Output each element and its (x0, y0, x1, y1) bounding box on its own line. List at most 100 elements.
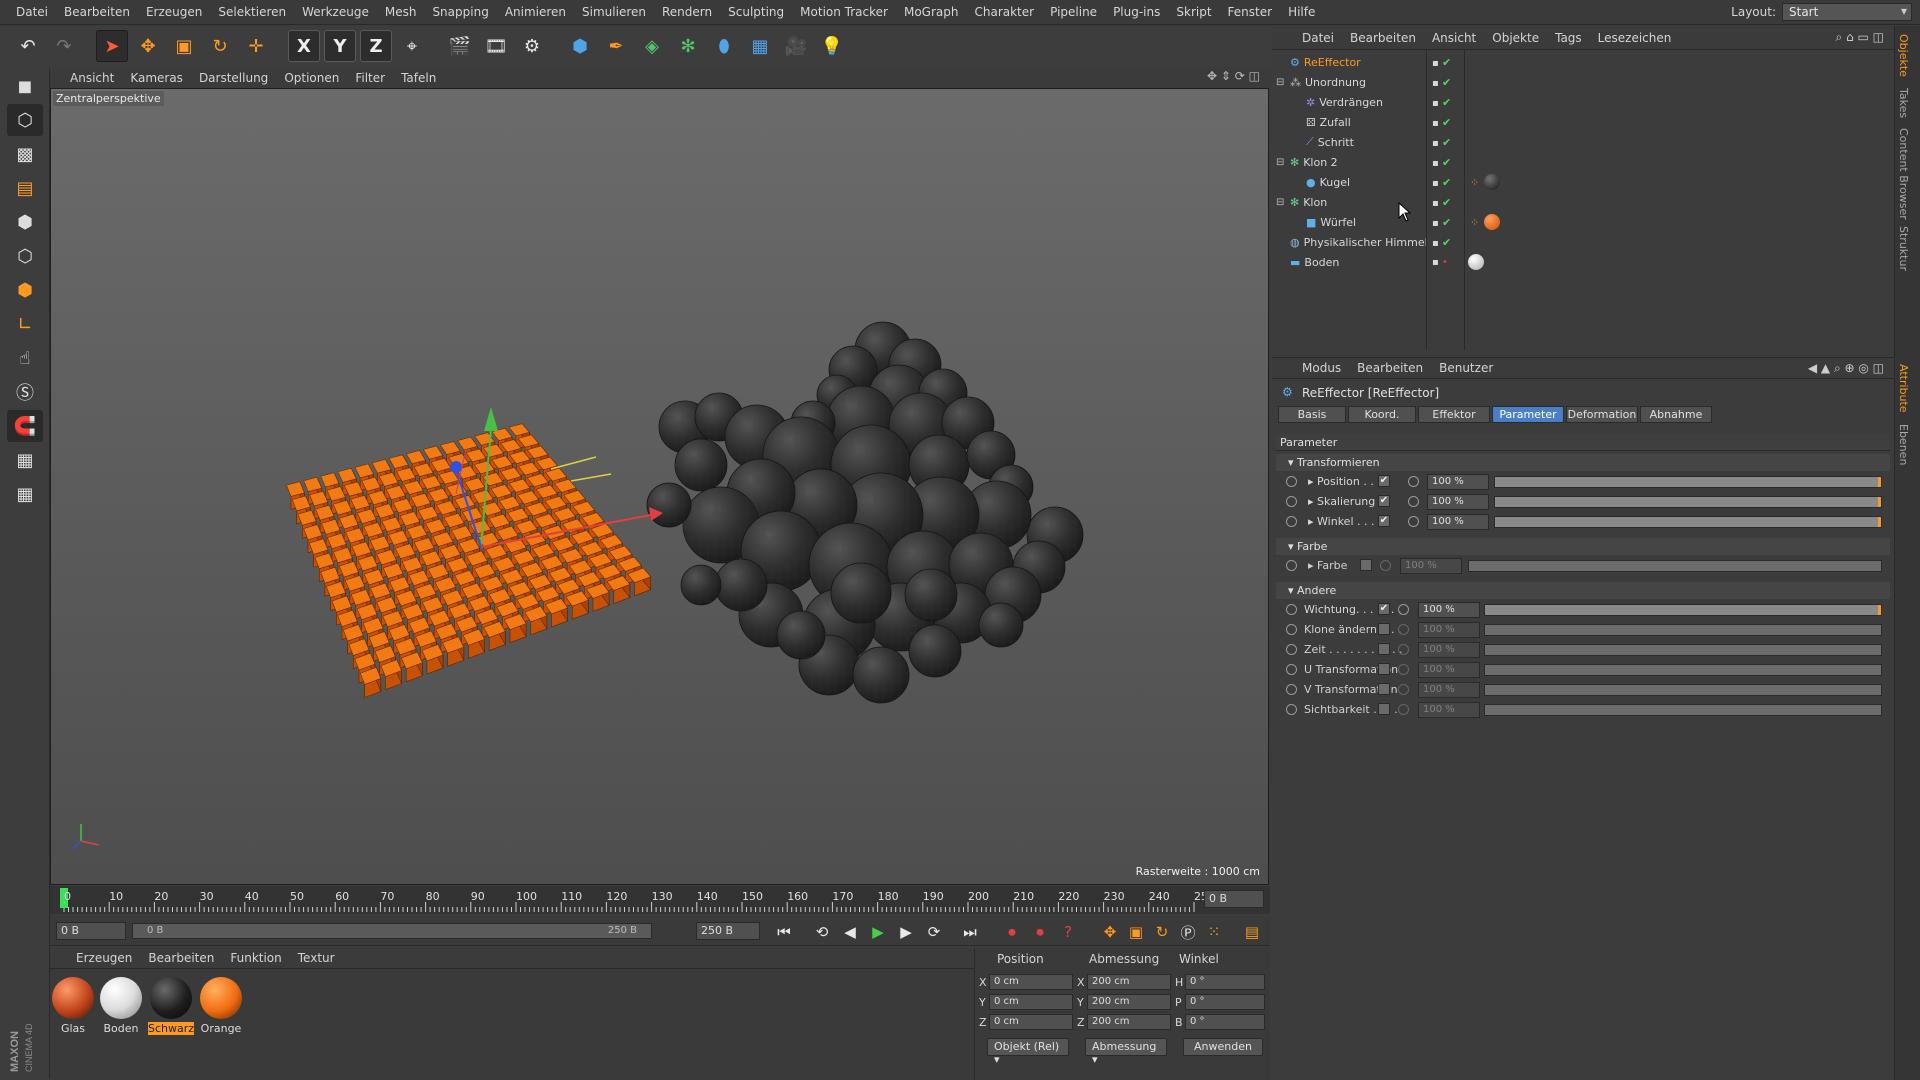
spline-pen-icon[interactable]: ✒ (600, 30, 632, 62)
material-tag-orange[interactable] (1484, 214, 1500, 230)
angle-p-field[interactable]: 0 ° (1185, 994, 1265, 1010)
move-tool-icon[interactable]: ✥ (132, 30, 164, 62)
tab-parameter[interactable]: Parameter (1492, 406, 1564, 423)
tab-koord[interactable]: Koord. (1348, 406, 1416, 423)
am-menu-benutzer[interactable]: Benutzer (1431, 361, 1501, 375)
om-menu-bearbeiten[interactable]: Bearbeiten (1342, 31, 1424, 45)
cloner-icon[interactable]: ✻ (672, 30, 704, 62)
position-z-field[interactable]: 0 cm (989, 1014, 1073, 1030)
redo-icon[interactable]: ↷ (48, 30, 80, 62)
animate-toggle[interactable] (1286, 516, 1297, 527)
group-transformieren[interactable]: ▾ Transformieren (1276, 454, 1890, 471)
animate-toggle[interactable] (1408, 496, 1419, 507)
object-row-zufall[interactable]: ⚄ Zufall ▪ ✔ (1272, 112, 1894, 132)
animate-toggle[interactable] (1380, 560, 1391, 571)
animate-toggle[interactable] (1286, 560, 1297, 571)
group-andere[interactable]: ▾ Andere (1276, 582, 1890, 599)
visibility-toggles[interactable]: ▪ ✔ (1432, 116, 1451, 129)
menu-hilfe[interactable]: Hilfe (1280, 5, 1323, 19)
position-checkbox[interactable]: ✔ (1378, 475, 1390, 487)
scale-tool-icon[interactable]: ▣ (168, 30, 200, 62)
menu-mesh[interactable]: Mesh (377, 5, 425, 19)
texture-mode-icon[interactable]: ▩ (7, 138, 43, 170)
menu-datei[interactable]: Datei (8, 5, 56, 19)
material-menu-funktion[interactable]: Funktion (222, 951, 289, 965)
object-row-boden[interactable]: ▬ Boden ▪ • (1272, 252, 1894, 272)
material-tag-black[interactable] (1484, 174, 1500, 190)
object-row-klon[interactable]: ⊟ ✻ Klon ▪ ✔ (1272, 192, 1894, 212)
animate-toggle[interactable] (1398, 664, 1409, 675)
zeit-checkbox[interactable] (1378, 643, 1390, 655)
axis-mode-icon[interactable]: ∟ (7, 308, 43, 340)
render-picture-viewer-icon[interactable]: 🎞 (480, 30, 512, 62)
visibility-toggles[interactable]: ▪ ✔ (1432, 156, 1451, 169)
render-view-icon[interactable]: 🎬 (444, 30, 476, 62)
material-tag-white[interactable] (1468, 254, 1484, 270)
animate-toggle[interactable] (1286, 476, 1297, 487)
v-transformation-field[interactable]: 100 % (1418, 682, 1480, 698)
object-row-physikalischer-himmel[interactable]: ◍ Physikalischer Himmel ▪ ✔ (1272, 232, 1894, 252)
tab-effektor[interactable]: Effektor (1418, 406, 1490, 423)
floor-icon[interactable]: ▦ (744, 30, 776, 62)
visibility-toggles[interactable]: ▪ ✔ (1432, 96, 1451, 109)
angle-h-field[interactable]: 0 ° (1185, 974, 1265, 990)
timeline-ruler[interactable]: 0 10 20 30 40 50 60 70 80 90 100 110 120 130 140 150 160… (56, 888, 1215, 912)
menu-charakter[interactable]: Charakter (966, 5, 1042, 19)
record-keys-icon[interactable]: ⏺ (1000, 921, 1024, 943)
om-menu-datei[interactable]: Datei (1294, 31, 1342, 45)
size-mode-dropdown[interactable]: Abmessung ▾ (1085, 1038, 1167, 1066)
keyframe-selection-icon[interactable]: ? (1056, 921, 1080, 943)
tab-objekte[interactable]: Objekte (1897, 34, 1910, 77)
viewport-menu-optionen[interactable]: Optionen (276, 71, 347, 85)
tab-ebenen[interactable]: Ebenen (1897, 424, 1910, 465)
color-checkbox[interactable] (1360, 559, 1372, 571)
axis-x-icon[interactable]: X (288, 30, 320, 62)
make-editable-icon[interactable]: ◼ (7, 70, 43, 102)
viewport-menu-ansicht[interactable]: Ansicht (62, 71, 122, 85)
viewport-nav-icons[interactable]: ✥ ⇕ ⟳ ◫ (1207, 69, 1260, 83)
v-transformation-slider[interactable] (1484, 684, 1882, 696)
points-mode-icon[interactable]: ⬢ (7, 206, 43, 238)
menu-erzeugen[interactable]: Erzeugen (138, 5, 210, 19)
om-menu-objekte[interactable]: Objekte (1484, 31, 1547, 45)
play-icon[interactable]: ▶ (866, 921, 890, 943)
apply-button[interactable]: Anwenden (1183, 1038, 1263, 1056)
om-menu-lesezeichen[interactable]: Lesezeichen (1590, 31, 1680, 45)
menu-fenster[interactable]: Fenster (1220, 5, 1281, 19)
animate-toggle[interactable] (1398, 704, 1409, 715)
animate-toggle[interactable] (1408, 476, 1419, 487)
position-strength-field[interactable]: 100 % (1427, 474, 1489, 490)
klone-aendern-field[interactable]: 100 % (1418, 622, 1480, 638)
menu-sculpting[interactable]: Sculpting (720, 5, 792, 19)
animate-toggle[interactable] (1286, 496, 1297, 507)
color-strength-field[interactable]: 100 % (1400, 558, 1462, 574)
planar-workplane-icon[interactable]: ▦ (7, 478, 43, 510)
zeit-field[interactable]: 100 % (1418, 642, 1480, 658)
am-menu-modus[interactable]: Modus (1294, 361, 1349, 375)
sichtbarkeit-field[interactable]: 100 % (1418, 702, 1480, 718)
prev-key-icon[interactable]: ⟲ (810, 921, 834, 943)
om-menu-ansicht[interactable]: Ansicht (1424, 31, 1484, 45)
axis-z-icon[interactable]: Z (360, 30, 392, 62)
animate-toggle[interactable] (1286, 664, 1297, 675)
visibility-toggles[interactable]: ▪ ✔ (1432, 136, 1451, 149)
undo-icon[interactable]: ↶ (12, 30, 44, 62)
om-search-home-icons[interactable]: ⌕ ⌂ ▭ ◫ (1836, 30, 1884, 45)
key-rotation-icon[interactable]: ↻ (1150, 921, 1174, 943)
visibility-toggles[interactable]: ▪ ✔ (1432, 236, 1451, 249)
subdivision-surface-icon[interactable]: ◈ (636, 30, 668, 62)
collapse-toggle-icon[interactable]: ⊟ (1276, 197, 1284, 208)
object-row-schritt[interactable]: ⟋ Schritt ▪ ✔ (1272, 132, 1894, 152)
timeline-window-icon[interactable]: ▤ (1240, 921, 1264, 943)
collapse-toggle-icon[interactable]: ⊟ (1276, 77, 1284, 88)
object-row-kugel[interactable]: ● Kugel ▪ ✔ ⁘ (1272, 172, 1894, 192)
object-row-reeffector[interactable]: ⚙ ReEffector ▪ ✔ (1272, 52, 1894, 72)
viewport-menu-filter[interactable]: Filter (347, 71, 393, 85)
angle-strength-slider[interactable] (1494, 516, 1882, 528)
last-tool-icon[interactable]: ✛ (240, 30, 272, 62)
timeline[interactable]: 0 10 20 30 40 50 60 70 80 90 100 110 120 130 140 150 160… (50, 886, 1270, 914)
tab-struktur[interactable]: Struktur (1897, 226, 1910, 271)
animate-toggle[interactable] (1286, 704, 1297, 715)
menu-snapping[interactable]: Snapping (424, 5, 496, 19)
visibility-toggles[interactable]: ▪ ✔ (1432, 196, 1451, 209)
